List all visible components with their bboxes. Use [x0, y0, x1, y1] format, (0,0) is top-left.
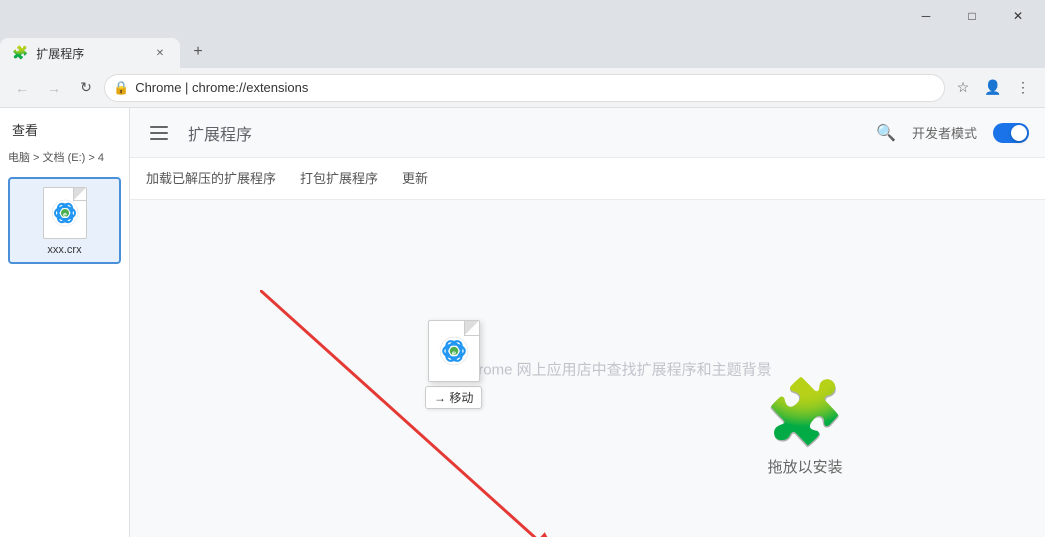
secure-icon: 🔒 — [113, 80, 129, 96]
nav-pack-extension[interactable]: 打包扩展程序 — [300, 158, 378, 199]
extensions-header: 扩展程序 🔍 开发者模式 — [130, 108, 1045, 158]
tabbar: 🧩 扩展程序 ✕ + — [0, 32, 1045, 68]
tab-favicon: 🧩 — [12, 45, 28, 61]
bookmark-button[interactable]: ☆ — [949, 74, 977, 102]
tab-title: 扩展程序 — [36, 45, 84, 62]
titlebar: ─ □ ✕ — [0, 0, 1045, 32]
svg-text:e: e — [452, 348, 456, 357]
nav-load-unpacked[interactable]: 加载已解压的扩展程序 — [146, 158, 276, 199]
breadcrumb: 电脑 > 文档 (E:) > 4 — [0, 147, 129, 173]
hamburger-menu[interactable] — [146, 122, 172, 144]
dragged-file: e → 移动 — [425, 320, 482, 409]
extensions-title: 扩展程序 — [188, 121, 252, 145]
file-page: e — [43, 187, 87, 239]
reload-button[interactable]: ↻ — [72, 74, 100, 102]
drag-arrow — [260, 290, 660, 537]
extensions-subheader: 加载已解压的扩展程序 打包扩展程序 更新 — [130, 158, 1045, 200]
close-button[interactable]: ✕ — [995, 0, 1041, 32]
address-text: Chrome | chrome://extensions — [135, 80, 936, 95]
address-prefix: Chrome | — [135, 80, 192, 95]
back-button[interactable]: ← — [8, 74, 36, 102]
dragged-ie-icon: e — [439, 336, 469, 366]
nav-update[interactable]: 更新 — [402, 158, 428, 199]
file-explorer-title: 查看 — [0, 116, 129, 147]
right-icons: ☆ 👤 ⋮ — [949, 74, 1037, 102]
watermark-text: 在 Chrome 网上应用店中查找扩展程序和主题背景 — [440, 358, 772, 379]
drag-move-label: → 移动 — [425, 386, 482, 409]
hamburger-line-3 — [150, 138, 168, 140]
dev-mode-toggle[interactable] — [993, 123, 1029, 143]
dev-mode-label: 开发者模式 — [912, 123, 977, 142]
puzzle-icon: 🧩 — [765, 380, 845, 444]
file-explorer-panel: 查看 电脑 > 文档 (E:) > 4 e xxx.crx — [0, 108, 130, 537]
svg-text:e: e — [63, 212, 67, 219]
minimize-button[interactable]: ─ — [903, 0, 949, 32]
extensions-content: 在 Chrome 网上应用店中查找扩展程序和主题背景 — [130, 200, 1045, 537]
drop-target: 🧩 拖放以安装 — [765, 380, 845, 477]
tab-close-button[interactable]: ✕ — [152, 45, 168, 61]
address-url: chrome://extensions — [192, 80, 308, 95]
new-tab-button[interactable]: + — [184, 38, 212, 66]
extensions-tab[interactable]: 🧩 扩展程序 ✕ — [0, 38, 180, 68]
file-label: xxx.crx — [47, 244, 81, 256]
dragged-file-page: e — [428, 320, 480, 382]
maximize-button[interactable]: □ — [949, 0, 995, 32]
forward-button[interactable]: → — [40, 74, 68, 102]
profile-button[interactable]: 👤 — [979, 74, 1007, 102]
search-icon[interactable]: 🔍 — [876, 123, 896, 143]
file-icon-container: e — [37, 185, 93, 241]
drop-label: 拖放以安装 — [768, 456, 843, 477]
toggle-knob — [1011, 125, 1027, 141]
addressbar: ← → ↻ 🔒 Chrome | chrome://extensions ☆ 👤… — [0, 68, 1045, 108]
extensions-page: 扩展程序 🔍 开发者模式 加载已解压的扩展程序 打包扩展程序 更新 在 Chro… — [130, 108, 1045, 537]
hamburger-line-2 — [150, 132, 168, 134]
ie-logo-icon: e — [51, 199, 79, 227]
crx-file-item[interactable]: e xxx.crx — [8, 177, 121, 264]
main-area: 查看 电脑 > 文档 (E:) > 4 e xxx.crx — [0, 108, 1045, 537]
hamburger-line-1 — [150, 126, 168, 128]
menu-button[interactable]: ⋮ — [1009, 74, 1037, 102]
address-bar-input[interactable]: 🔒 Chrome | chrome://extensions — [104, 74, 945, 102]
